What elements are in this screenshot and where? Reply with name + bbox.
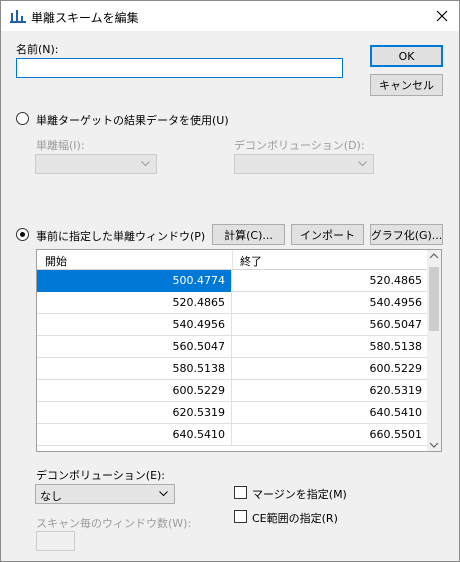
edit-isolation-scheme-dialog: 単離スキームを編集 名前(N): OK キャンセル 単離ターゲットの結果データを… — [0, 0, 460, 562]
end-cell[interactable]: 560.5047 — [233, 314, 428, 336]
table-row[interactable]: 500.4774 520.4865 — [37, 270, 428, 292]
isolation-width-label: 単離幅(I): — [36, 139, 85, 152]
deconvolution-target-select[interactable] — [234, 154, 374, 174]
table-row[interactable]: 560.5047 580.5138 — [37, 336, 428, 358]
chevron-down-icon[interactable] — [429, 442, 439, 448]
window-title: 単離スキームを編集 — [31, 11, 139, 25]
ce-range-checkbox[interactable] — [234, 510, 247, 523]
end-cell[interactable]: 660.5501 — [233, 424, 428, 446]
start-cell[interactable]: 600.5229 — [37, 380, 232, 402]
table-scrollbar[interactable] — [427, 250, 441, 451]
table-row[interactable]: 600.5229 620.5319 — [37, 380, 428, 402]
end-cell[interactable]: 540.4956 — [233, 292, 428, 314]
start-cell[interactable]: 520.4865 — [37, 292, 232, 314]
start-cell[interactable]: 500.4774 — [37, 270, 232, 292]
start-cell[interactable]: 640.5410 — [37, 424, 232, 446]
isolation-window-table[interactable]: 開始 終了 500.4774 520.4865 520.4865 540.495… — [36, 249, 442, 452]
column-header-start[interactable]: 開始 — [45, 253, 67, 269]
chevron-up-icon[interactable] — [429, 253, 439, 259]
chevron-down-icon — [141, 161, 150, 167]
deconvolution-select[interactable]: なし — [35, 484, 175, 504]
table-row[interactable]: 540.4956 560.5047 — [37, 314, 428, 336]
end-cell[interactable]: 620.5319 — [233, 380, 428, 402]
isolation-width-select[interactable] — [35, 154, 157, 174]
column-header-end[interactable]: 終了 — [240, 253, 262, 269]
deconvolution-target-label: デコンボリューション(D): — [234, 139, 365, 152]
start-cell[interactable]: 580.5138 — [37, 358, 232, 380]
table-row[interactable]: 620.5319 640.5410 — [37, 402, 428, 424]
ce-range-label: CE範囲の指定(R) — [252, 512, 338, 525]
end-cell[interactable]: 520.4865 — [233, 270, 428, 292]
end-cell[interactable]: 600.5229 — [233, 358, 428, 380]
ok-button[interactable]: OK — [370, 45, 443, 67]
use-target-results-label: 単離ターゲットの結果データを使用(U) — [36, 114, 229, 127]
radio-selected-dot — [20, 232, 25, 237]
end-cell[interactable]: 580.5138 — [233, 336, 428, 358]
deconvolution-value: なし — [40, 490, 62, 503]
specify-margin-checkbox[interactable] — [234, 486, 247, 499]
name-label: 名前(N): — [16, 43, 59, 56]
scrollbar-thumb[interactable] — [429, 267, 439, 331]
windows-per-cycle-label: スキャン毎のウィンドウ数(W): — [36, 517, 192, 530]
app-icon — [10, 10, 26, 23]
table-row[interactable]: 640.5410 660.5501 — [37, 424, 428, 446]
cancel-button[interactable]: キャンセル — [370, 74, 443, 96]
table-row[interactable]: 580.5138 600.5229 — [37, 358, 428, 380]
chevron-down-icon — [159, 491, 168, 497]
start-cell[interactable]: 540.4956 — [37, 314, 232, 336]
import-button[interactable]: インポート — [291, 224, 364, 245]
graph-button[interactable]: グラフ化(G)... — [370, 224, 443, 245]
end-cell[interactable]: 640.5410 — [233, 402, 428, 424]
table-header: 開始 終了 — [37, 250, 428, 270]
specify-margin-label: マージンを指定(M) — [252, 488, 347, 501]
title-bar: 単離スキームを編集 — [1, 1, 459, 31]
close-icon — [436, 10, 448, 22]
use-target-results-radio[interactable] — [16, 112, 29, 125]
deconvolution-label: デコンボリューション(E): — [36, 469, 166, 482]
predefined-windows-radio[interactable] — [16, 228, 29, 241]
close-button[interactable] — [425, 1, 459, 31]
predefined-windows-label: 事前に指定した単離ウィンドウ(P) — [36, 230, 206, 243]
column-divider — [232, 250, 233, 270]
calculate-button[interactable]: 計算(C)... — [212, 224, 285, 245]
windows-per-cycle-input[interactable] — [36, 531, 75, 551]
start-cell[interactable]: 620.5319 — [37, 402, 232, 424]
start-cell[interactable]: 560.5047 — [37, 336, 232, 358]
name-input[interactable] — [16, 58, 343, 78]
table-body: 500.4774 520.4865 520.4865 540.4956 540.… — [37, 270, 428, 446]
chevron-down-icon — [358, 161, 367, 167]
table-row[interactable]: 520.4865 540.4956 — [37, 292, 428, 314]
